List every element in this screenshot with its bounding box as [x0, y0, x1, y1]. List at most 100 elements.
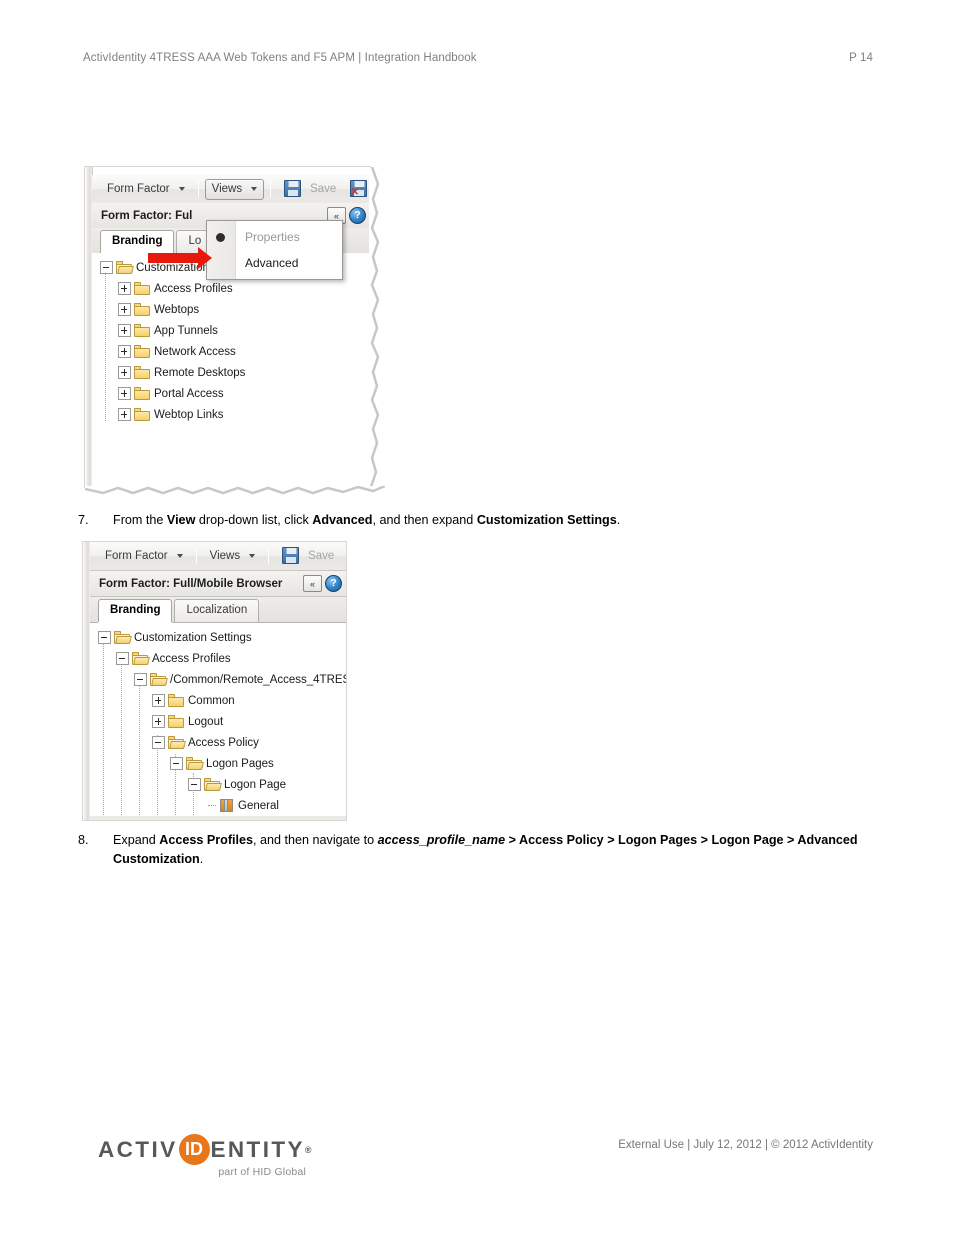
form-factor-menu-button[interactable]: Form Factor: [98, 546, 190, 567]
folder-closed-icon: [134, 282, 150, 295]
tree-item-advanced-customization[interactable]: Advanced Customization: [90, 816, 346, 820]
folder-open-icon: [204, 778, 220, 791]
tree-item-portal-access[interactable]: Portal Access: [92, 383, 370, 404]
page-number: P 14: [849, 52, 873, 64]
collapse-icon[interactable]: «: [303, 575, 322, 592]
folder-open-icon: [116, 261, 132, 274]
tree-item-network-access[interactable]: Network Access: [92, 341, 370, 362]
folder-closed-icon: [134, 303, 150, 316]
tree-item-webtop-links[interactable]: Webtop Links: [92, 404, 370, 425]
collapse-toggle-icon[interactable]: [134, 673, 147, 686]
expand-toggle-icon[interactable]: [152, 715, 165, 728]
toolbar: Form Factor Views Save ✕ Rev: [90, 542, 346, 571]
expand-toggle-icon[interactable]: [118, 366, 131, 379]
tree-item-webtops[interactable]: Webtops: [92, 299, 370, 320]
toolbar-separator: [197, 181, 199, 197]
access-profile-tree: Customization Settings Access Profiles /…: [90, 623, 346, 820]
footer-copyright: External Use | July 12, 2012 | © 2012 Ac…: [618, 1139, 873, 1151]
collapse-toggle-icon[interactable]: [100, 261, 113, 274]
logo-tagline: part of HID Global: [218, 1166, 306, 1178]
form-factor-menu-button[interactable]: Form Factor: [100, 179, 192, 200]
screenshot-f5-views-dropdown: Form Factor Views Save ✕ R Form Factor: …: [85, 167, 385, 502]
logo-id-circle-icon: ID: [178, 1134, 210, 1165]
folder-closed-icon: [134, 408, 150, 421]
expand-toggle-icon[interactable]: [152, 694, 165, 707]
views-dropdown-menu[interactable]: Properties Advanced: [206, 220, 343, 280]
chevron-down-icon: [176, 553, 183, 558]
logo-text-activ: ACTIV: [98, 1136, 178, 1162]
tree-item-label: Remote Desktops: [154, 366, 246, 379]
collapse-toggle-icon[interactable]: [170, 757, 183, 770]
tree-item-label: Customization Settings: [134, 631, 252, 644]
help-icon[interactable]: ?: [325, 575, 342, 592]
tree-item-access-profiles[interactable]: Access Profiles: [92, 278, 370, 299]
expand-toggle-icon[interactable]: [118, 324, 131, 337]
expand-toggle-icon[interactable]: [118, 387, 131, 400]
expand-toggle-icon[interactable]: [118, 408, 131, 421]
collapse-toggle-icon[interactable]: [188, 778, 201, 791]
logo-text-entity: ENTITY: [210, 1136, 305, 1162]
save-button[interactable]: Save: [277, 177, 343, 201]
step-7-number: 7.: [78, 513, 89, 527]
toolbar-separator: [270, 181, 272, 197]
save-button[interactable]: Save: [275, 544, 341, 568]
folder-open-icon: [150, 673, 166, 686]
tree-item-access-profiles[interactable]: Access Profiles: [90, 648, 346, 669]
tree-item-label: Advanced Customization: [238, 820, 346, 821]
tree-item-label: Access Profiles: [152, 652, 231, 665]
step-7-part: Advanced: [312, 513, 373, 527]
step-8-part-access-profile-name: access_profile_name: [377, 833, 506, 847]
form-factor-menu-label: Form Factor: [105, 549, 168, 562]
page-header: ActivIdentity 4TRESS AAA Web Tokens and …: [83, 52, 873, 64]
folder-open-icon: [114, 631, 130, 644]
expand-toggle-icon[interactable]: [118, 303, 131, 316]
chevron-down-icon: [178, 186, 185, 191]
step-8-number: 8.: [78, 833, 89, 847]
views-menu-button[interactable]: Views: [204, 178, 265, 200]
tree-connector-icon: [206, 800, 217, 811]
revert-button[interactable]: ✕ R: [343, 177, 370, 201]
menu-item-properties[interactable]: Properties: [207, 224, 342, 250]
tree-item-general[interactable]: General: [90, 795, 346, 816]
menu-item-advanced[interactable]: Advanced: [207, 250, 342, 276]
torn-paper-bottom-edge: [85, 486, 385, 502]
expand-toggle-icon[interactable]: [118, 345, 131, 358]
step-8-text: Expand Access Profiles, and then navigat…: [113, 831, 888, 868]
step-7: 7. From the View drop-down list, click A…: [78, 511, 878, 530]
menu-item-label: Advanced: [245, 256, 299, 270]
tree-item-common[interactable]: Common: [90, 690, 346, 711]
tree-item-logout[interactable]: Logout: [90, 711, 346, 732]
help-icon[interactable]: ?: [349, 207, 366, 224]
tree-item-label: Webtop Links: [154, 408, 224, 421]
tree-item-label: Webtops: [154, 303, 200, 316]
folder-open-icon: [132, 652, 148, 665]
form-factor-header-title: Form Factor: Ful: [101, 209, 193, 222]
tree-item-common-remote-access-4tress[interactable]: /Common/Remote_Access_4TRESS: [90, 669, 346, 690]
tree-item-label: Access Policy: [188, 736, 259, 749]
tree-item-remote-desktops[interactable]: Remote Desktops: [92, 362, 370, 383]
arrow-shaft: [148, 253, 198, 263]
annotation-arrow-advanced: [148, 247, 212, 269]
tree-item-access-policy[interactable]: Access Policy: [90, 732, 346, 753]
tree-item-label: Access Profiles: [154, 282, 233, 295]
toolbar-separator: [268, 548, 270, 564]
logo-registered-mark: ®: [304, 1144, 312, 1155]
tree-item-customization-settings[interactable]: Customization Settings: [90, 627, 346, 648]
collapse-toggle-icon[interactable]: [98, 631, 111, 644]
revert-button[interactable]: ✕ Rev: [341, 544, 346, 568]
tree-item-app-tunnels[interactable]: App Tunnels: [92, 320, 370, 341]
collapse-toggle-icon[interactable]: [152, 736, 165, 749]
tab-localization[interactable]: Localization: [174, 599, 260, 622]
views-menu-button[interactable]: Views: [203, 546, 262, 567]
step-7-part: View: [166, 513, 196, 527]
collapse-toggle-icon[interactable]: [116, 652, 129, 665]
tab-branding[interactable]: Branding: [98, 599, 173, 622]
step-7-part: Customization Settings: [476, 513, 617, 527]
customization-tree: Customization Settings Access Profiles W…: [92, 253, 370, 487]
tab-strip: Branding Localization: [90, 597, 346, 623]
tree-item-logon-pages[interactable]: Logon Pages: [90, 753, 346, 774]
tree-item-logon-page[interactable]: Logon Page: [90, 774, 346, 795]
toolbar: Form Factor Views Save ✕ R: [92, 175, 370, 204]
expand-toggle-icon[interactable]: [118, 282, 131, 295]
grid-leaf-icon: [220, 799, 233, 812]
